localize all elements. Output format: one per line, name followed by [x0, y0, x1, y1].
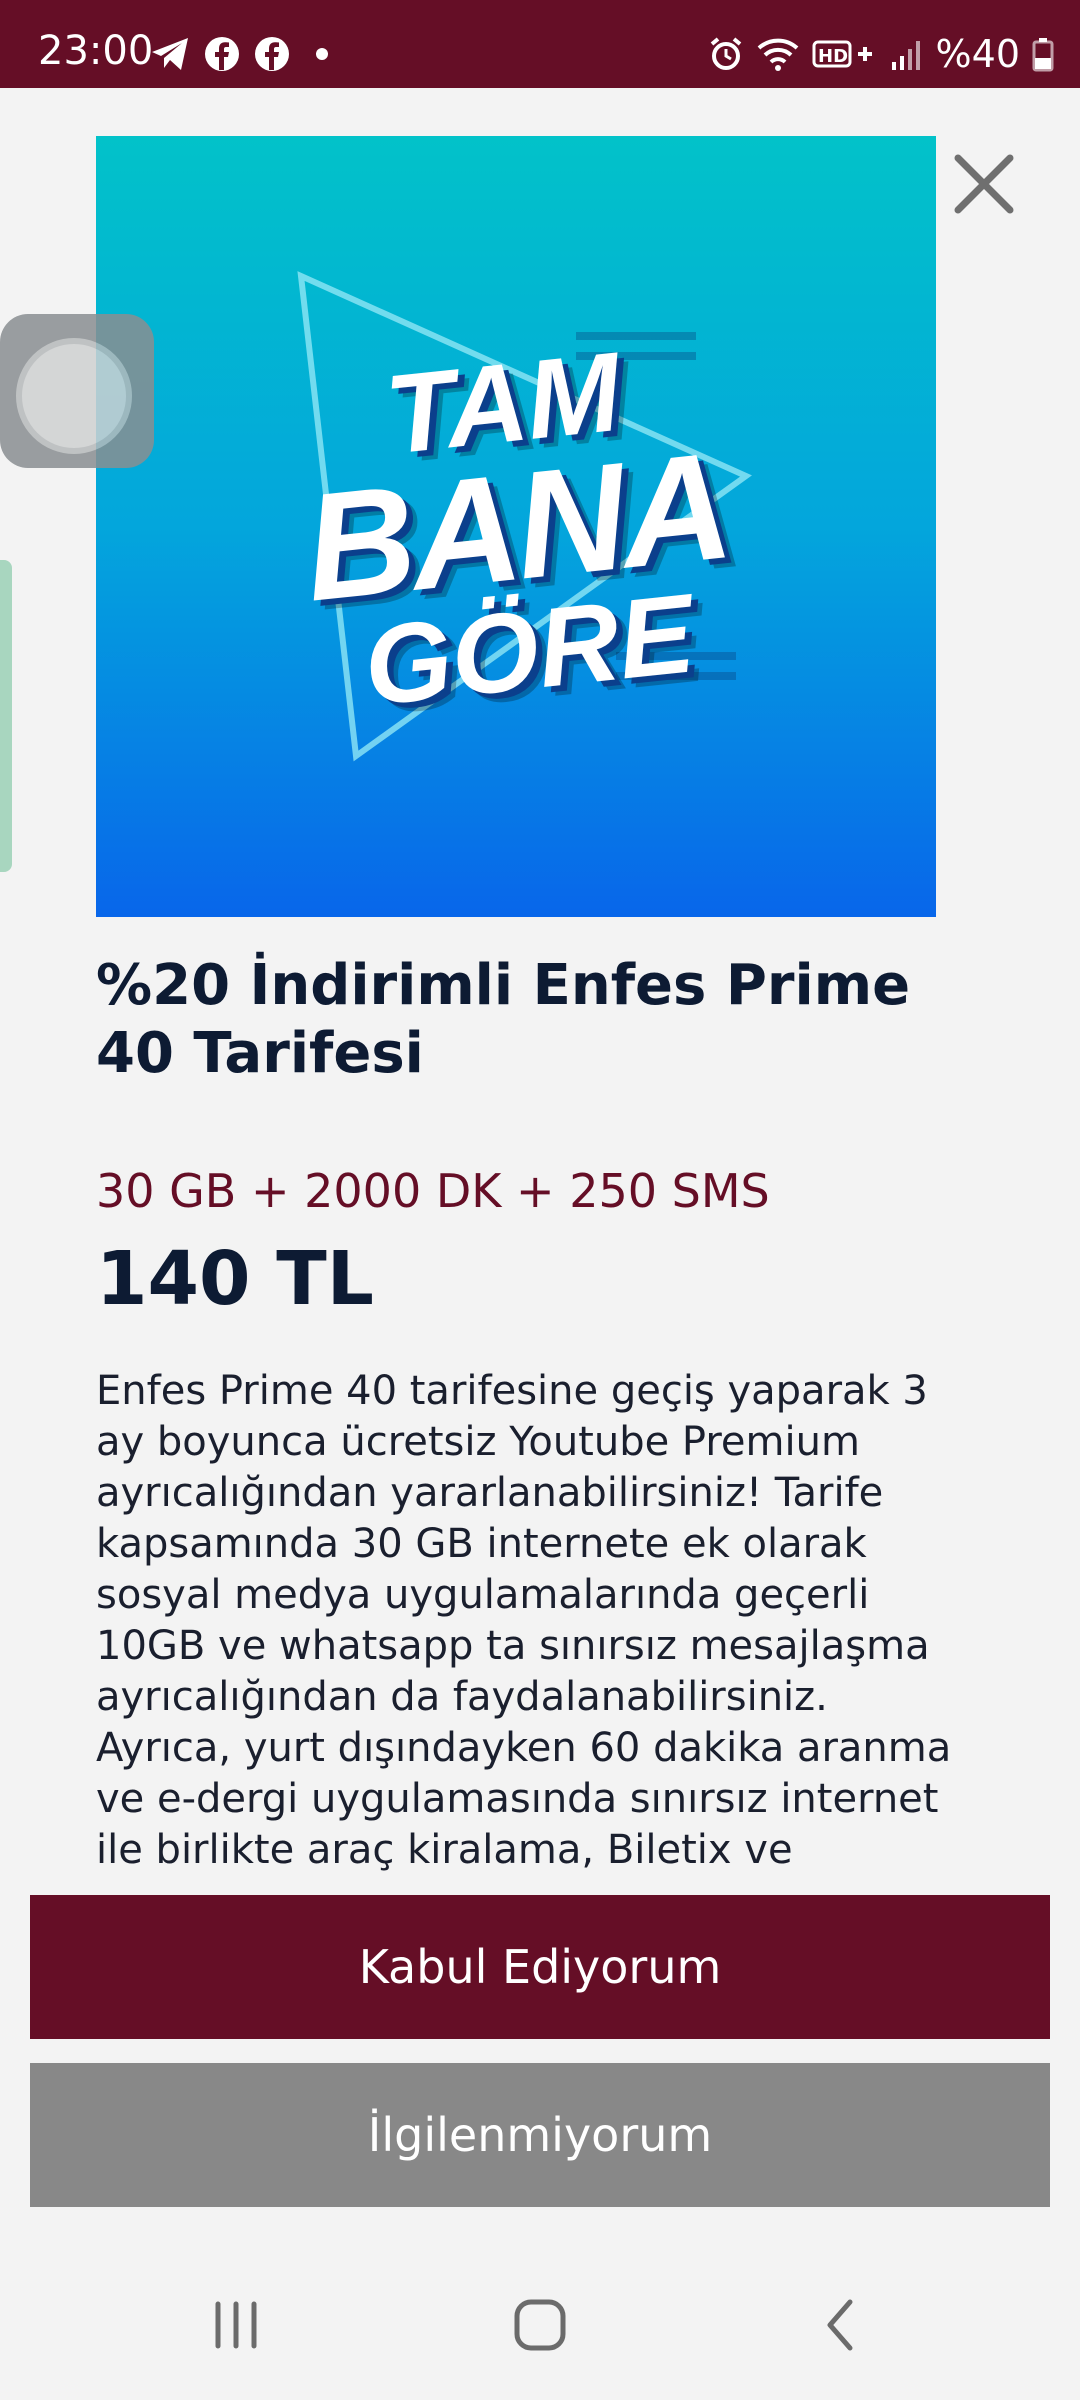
dot-icon — [304, 36, 340, 72]
back-icon — [827, 2299, 853, 2351]
alarm-icon — [708, 36, 744, 72]
recent-apps-icon — [215, 2301, 257, 2349]
hd-plus-icon: HD — [812, 36, 876, 72]
offer-description: Enfes Prime 40 tarifesine geçiş yaparak … — [96, 1368, 952, 1872]
svg-text:HD: HD — [818, 46, 848, 67]
decline-button[interactable]: İlgilenmiyorum — [30, 2063, 1050, 2207]
floating-assistant-button[interactable] — [0, 314, 154, 468]
battery-percent: %40 — [935, 32, 1020, 76]
offer-price: 140 TL — [96, 1236, 374, 1322]
home-button[interactable] — [500, 2290, 580, 2360]
offer-title: %20 İndirimli Enfes Prime 40 Tarifesi — [96, 953, 911, 1086]
promo-image: TAM BANA GÖRE — [96, 136, 936, 917]
accept-button[interactable]: Kabul Ediyorum — [30, 1895, 1050, 2039]
facebook-icon — [204, 36, 240, 72]
status-time: 23:00 — [38, 28, 154, 74]
battery-icon — [1032, 36, 1054, 72]
navigation-bar — [0, 2250, 1080, 2400]
promo-text-line3: GÖRE — [358, 569, 700, 729]
signal-icon — [888, 36, 924, 72]
telegram-icon — [150, 36, 190, 72]
back-button[interactable] — [800, 2290, 880, 2360]
close-button[interactable] — [950, 150, 1018, 218]
offer-package: 30 GB + 2000 DK + 250 SMS — [96, 1164, 770, 1218]
facebook-icon — [254, 36, 290, 72]
floating-circle-icon — [16, 338, 132, 454]
home-icon — [514, 2299, 566, 2351]
recent-apps-button[interactable] — [196, 2290, 276, 2360]
wifi-icon — [756, 36, 800, 72]
close-icon — [954, 154, 1014, 214]
edge-panel-handle[interactable] — [0, 560, 12, 872]
status-bar: 23:00 HD %40 — [0, 0, 1080, 88]
